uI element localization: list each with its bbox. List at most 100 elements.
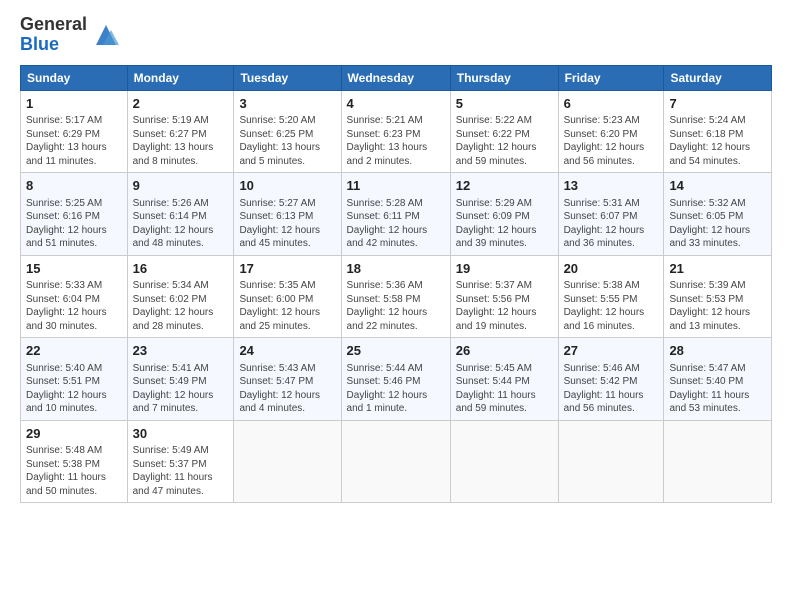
day-info: Sunrise: 5:49 AM Sunset: 5:37 PM Dayligh… [133, 444, 229, 498]
day-number: 30 [133, 425, 229, 443]
calendar-cell: 12 Sunrise: 5:29 AM Sunset: 6:09 PM Dayli… [450, 173, 558, 256]
logo-blue: Blue [20, 35, 87, 55]
calendar-cell: 9 Sunrise: 5:26 AM Sunset: 6:14 PM Daylig… [127, 173, 234, 256]
calendar-cell: 29Sunrise: 5:48 AM Sunset: 5:38 PM Dayli… [21, 420, 128, 503]
day-number: 18 [347, 260, 445, 278]
day-info: Sunrise: 5:31 AM Sunset: 6:07 PM Dayligh… [564, 197, 659, 251]
col-header-tuesday: Tuesday [234, 65, 341, 90]
day-number: 1 [26, 95, 122, 113]
day-number: 16 [133, 260, 229, 278]
calendar-cell: 30Sunrise: 5:49 AM Sunset: 5:37 PM Dayli… [127, 420, 234, 503]
day-info: Sunrise: 5:43 AM Sunset: 5:47 PM Dayligh… [239, 362, 335, 416]
day-info: Sunrise: 5:40 AM Sunset: 5:51 PM Dayligh… [26, 362, 122, 416]
day-number: 9 [133, 177, 229, 195]
day-number: 21 [669, 260, 766, 278]
col-header-saturday: Saturday [664, 65, 772, 90]
day-number: 28 [669, 342, 766, 360]
calendar-cell: 6Sunrise: 5:23 AM Sunset: 6:20 PM Daylig… [558, 90, 664, 173]
header-row: SundayMondayTuesdayWednesdayThursdayFrid… [21, 65, 772, 90]
day-info: Sunrise: 5:21 AM Sunset: 6:23 PM Dayligh… [347, 114, 445, 168]
calendar-cell [450, 420, 558, 503]
week-row-1: 1Sunrise: 5:17 AM Sunset: 6:29 PM Daylig… [21, 90, 772, 173]
calendar-cell: 21Sunrise: 5:39 AM Sunset: 5:53 PM Dayli… [664, 255, 772, 338]
day-number: 26 [456, 342, 553, 360]
header: General Blue [20, 15, 772, 55]
day-number: 13 [564, 177, 659, 195]
day-number: 19 [456, 260, 553, 278]
week-row-2: 8 Sunrise: 5:25 AM Sunset: 6:16 PM Daylig… [21, 173, 772, 256]
week-row-5: 29Sunrise: 5:48 AM Sunset: 5:38 PM Dayli… [21, 420, 772, 503]
day-number: 14 [669, 177, 766, 195]
day-number: 23 [133, 342, 229, 360]
day-number: 11 [347, 177, 445, 195]
day-number: 2 [133, 95, 229, 113]
day-info: Sunrise: 5:47 AM Sunset: 5:40 PM Dayligh… [669, 362, 766, 416]
calendar-cell: 19Sunrise: 5:37 AM Sunset: 5:56 PM Dayli… [450, 255, 558, 338]
day-info: Sunrise: 5:48 AM Sunset: 5:38 PM Dayligh… [26, 444, 122, 498]
calendar-cell: 22 Sunrise: 5:40 AM Sunset: 5:51 PM Dayli… [21, 338, 128, 421]
calendar-cell: 5Sunrise: 5:22 AM Sunset: 6:22 PM Daylig… [450, 90, 558, 173]
day-number: 22 [26, 342, 122, 360]
calendar-cell: 25 Sunrise: 5:44 AM Sunset: 5:46 PM Dayli… [341, 338, 450, 421]
calendar-cell: 23Sunrise: 5:41 AM Sunset: 5:49 PM Dayli… [127, 338, 234, 421]
day-info: Sunrise: 5:36 AM Sunset: 5:58 PM Dayligh… [347, 279, 445, 333]
page: General Blue SundayMondayTuesdayWednesda… [0, 0, 792, 518]
day-info: Sunrise: 5:20 AM Sunset: 6:25 PM Dayligh… [239, 114, 335, 168]
day-info: Sunrise: 5:17 AM Sunset: 6:29 PM Dayligh… [26, 114, 122, 168]
calendar-cell [664, 420, 772, 503]
calendar-cell [341, 420, 450, 503]
day-number: 25 [347, 342, 445, 360]
day-number: 27 [564, 342, 659, 360]
calendar-cell: 15Sunrise: 5:33 AM Sunset: 6:04 PM Dayli… [21, 255, 128, 338]
calendar-cell: 13 Sunrise: 5:31 AM Sunset: 6:07 PM Dayli… [558, 173, 664, 256]
day-number: 5 [456, 95, 553, 113]
calendar-cell: 1Sunrise: 5:17 AM Sunset: 6:29 PM Daylig… [21, 90, 128, 173]
day-info: Sunrise: 5:32 AM Sunset: 6:05 PM Dayligh… [669, 197, 766, 251]
day-info: Sunrise: 5:22 AM Sunset: 6:22 PM Dayligh… [456, 114, 553, 168]
calendar-cell: 7Sunrise: 5:24 AM Sunset: 6:18 PM Daylig… [664, 90, 772, 173]
calendar-cell: 2Sunrise: 5:19 AM Sunset: 6:27 PM Daylig… [127, 90, 234, 173]
day-number: 8 [26, 177, 122, 195]
day-number: 12 [456, 177, 553, 195]
day-info: Sunrise: 5:27 AM Sunset: 6:13 PM Dayligh… [239, 197, 335, 251]
week-row-4: 22 Sunrise: 5:40 AM Sunset: 5:51 PM Dayli… [21, 338, 772, 421]
calendar-table: SundayMondayTuesdayWednesdayThursdayFrid… [20, 65, 772, 504]
col-header-monday: Monday [127, 65, 234, 90]
col-header-wednesday: Wednesday [341, 65, 450, 90]
day-info: Sunrise: 5:28 AM Sunset: 6:11 PM Dayligh… [347, 197, 445, 251]
calendar-cell [234, 420, 341, 503]
day-number: 7 [669, 95, 766, 113]
logo-icon [91, 20, 121, 50]
day-info: Sunrise: 5:45 AM Sunset: 5:44 PM Dayligh… [456, 362, 553, 416]
day-info: Sunrise: 5:25 AM Sunset: 6:16 PM Dayligh… [26, 197, 122, 251]
day-info: Sunrise: 5:34 AM Sunset: 6:02 PM Dayligh… [133, 279, 229, 333]
day-number: 17 [239, 260, 335, 278]
day-info: Sunrise: 5:24 AM Sunset: 6:18 PM Dayligh… [669, 114, 766, 168]
day-info: Sunrise: 5:33 AM Sunset: 6:04 PM Dayligh… [26, 279, 122, 333]
day-info: Sunrise: 5:23 AM Sunset: 6:20 PM Dayligh… [564, 114, 659, 168]
day-info: Sunrise: 5:37 AM Sunset: 5:56 PM Dayligh… [456, 279, 553, 333]
week-row-3: 15Sunrise: 5:33 AM Sunset: 6:04 PM Dayli… [21, 255, 772, 338]
day-number: 20 [564, 260, 659, 278]
calendar-cell: 11 Sunrise: 5:28 AM Sunset: 6:11 PM Dayli… [341, 173, 450, 256]
logo: General Blue [20, 15, 121, 55]
col-header-sunday: Sunday [21, 65, 128, 90]
calendar-cell: 27Sunrise: 5:46 AM Sunset: 5:42 PM Dayli… [558, 338, 664, 421]
day-number: 15 [26, 260, 122, 278]
day-info: Sunrise: 5:44 AM Sunset: 5:46 PM Dayligh… [347, 362, 445, 416]
day-info: Sunrise: 5:35 AM Sunset: 6:00 PM Dayligh… [239, 279, 335, 333]
calendar-cell: 16Sunrise: 5:34 AM Sunset: 6:02 PM Dayli… [127, 255, 234, 338]
day-info: Sunrise: 5:26 AM Sunset: 6:14 PM Dayligh… [133, 197, 229, 251]
calendar-cell: 20Sunrise: 5:38 AM Sunset: 5:55 PM Dayli… [558, 255, 664, 338]
calendar-cell: 18Sunrise: 5:36 AM Sunset: 5:58 PM Dayli… [341, 255, 450, 338]
day-info: Sunrise: 5:29 AM Sunset: 6:09 PM Dayligh… [456, 197, 553, 251]
calendar-cell: 8 Sunrise: 5:25 AM Sunset: 6:16 PM Daylig… [21, 173, 128, 256]
col-header-thursday: Thursday [450, 65, 558, 90]
day-number: 10 [239, 177, 335, 195]
day-info: Sunrise: 5:39 AM Sunset: 5:53 PM Dayligh… [669, 279, 766, 333]
day-info: Sunrise: 5:38 AM Sunset: 5:55 PM Dayligh… [564, 279, 659, 333]
day-number: 4 [347, 95, 445, 113]
calendar-cell: 26 Sunrise: 5:45 AM Sunset: 5:44 PM Dayli… [450, 338, 558, 421]
calendar-cell: 17Sunrise: 5:35 AM Sunset: 6:00 PM Dayli… [234, 255, 341, 338]
day-number: 3 [239, 95, 335, 113]
